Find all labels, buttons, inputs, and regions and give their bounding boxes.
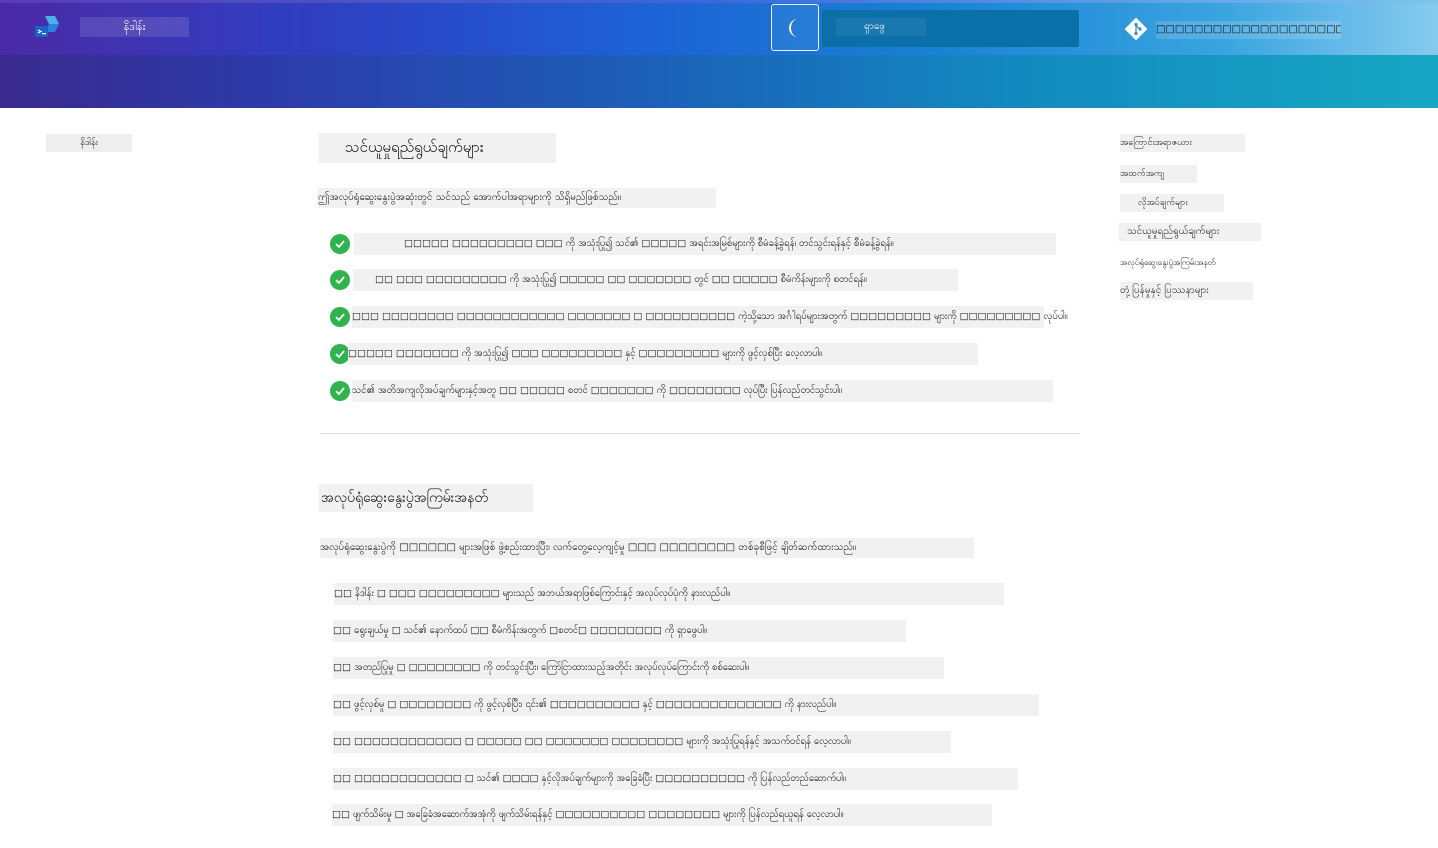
objective-text: □□□□□ □□□□□□□ ကို အသုံးပြု၍ □□□ □□□□□□□□… xyxy=(348,343,978,365)
objective-text: □□ □□□ □□□□□□□□□ ကို အသုံးပြု၍ □□□□□ □□ … xyxy=(353,269,958,291)
repo-link[interactable]: □□□□□□□□□□□□□□□□□□□□□□□□□□□□□ xyxy=(1156,21,1341,39)
section-divider xyxy=(320,433,1079,434)
theme-toggle-button[interactable] xyxy=(771,4,819,51)
check-circle-icon xyxy=(330,307,350,327)
logo-icon[interactable] xyxy=(33,14,61,40)
toc-item-learning-objectives[interactable]: သင်ယူမှုရည်ရွယ်ချက်များ xyxy=(1119,223,1261,241)
list-item: □□□ □□□□□□□□ □□□□□□□□□□□□ □□□□□□□ □ □□□□… xyxy=(330,306,1068,328)
git-icon[interactable] xyxy=(1124,17,1148,41)
workshop-outline-heading: အလုပ်ရုံဆွေးနွေးပွဲအကြမ်းအနတ် xyxy=(319,484,533,512)
search-placeholder: ရှာဖွေ xyxy=(836,18,926,36)
objective-text: သင်၏ အတိအကျလိုအပ်ချက်များနှင့်အတူ □□ □□□… xyxy=(352,380,1053,402)
list-item[interactable]: □□ ဖွင့်လှစ်မှု □ □□□□□□□□ ကို ဖွင့်လှစ်… xyxy=(333,694,1039,716)
moon-icon xyxy=(789,18,798,37)
list-item[interactable]: □□ အတည်ပြုမှု □ □□□□□□□□ ကို တင်သွင်းပြီ… xyxy=(333,657,944,679)
learning-intro-text: ဤအလုပ်ရုံဆွေးနွေးပွဲအဆုံးတွင် သင်သည် အော… xyxy=(318,188,716,208)
site-title[interactable]: နိဒါန်း xyxy=(80,17,189,37)
list-item[interactable]: □□ နိဒါန်း □ □□□ □□□□□□□□□ များသည် အဘယ်အ… xyxy=(334,583,1004,605)
objective-text: □□□ □□□□□□□□ □□□□□□□□□□□□ □□□□□□□ □ □□□□… xyxy=(352,306,1068,328)
check-circle-icon xyxy=(330,344,350,364)
list-item: သင်၏ အတိအကျလိုအပ်ချက်များနှင့်အတူ □□ □□□… xyxy=(330,380,1060,402)
list-item[interactable]: □□ ရွေးချယ်မှု □ သင်၏ နောက်ထပ် □□ စီမံကိ… xyxy=(333,620,906,642)
check-circle-icon xyxy=(330,234,350,254)
list-item: □□□□□ □□□□□□□ ကို အသုံးပြု၍ □□□ □□□□□□□□… xyxy=(330,343,980,365)
toc-item-prerequisites[interactable]: လိုအပ်ချက်များ xyxy=(1120,194,1224,212)
list-item: □□ □□□ □□□□□□□□□ ကို အသုံးပြု၍ □□□□□ □□ … xyxy=(330,269,970,291)
sidebar-item-home[interactable]: နိဒါန်း xyxy=(46,134,132,152)
search-input[interactable]: ရှာဖွေ xyxy=(822,10,1079,47)
list-item[interactable]: □□ ဖျက်သိမ်းမှု □ အခြေခံအဆောက်အအုံကို ဖျ… xyxy=(332,804,992,826)
toc-heading: အကြောင်းအရာဇယား xyxy=(1120,134,1245,152)
toc-item-workshop-outline[interactable]: အလုပ်ရုံဆွေးနွေးပွဲအကြမ်းအနတ် xyxy=(1120,254,1246,272)
list-item: □□□□□ □□□□□□□□□ □□□ ကို အသုံးပြု၍ သင်၏ □… xyxy=(330,233,1060,255)
list-item[interactable]: □□ □□□□□□□□□□□□ □ သင်၏ □□□□ နှင့်လိုအပ်ခ… xyxy=(333,768,1018,790)
toc-item-feedback[interactable]: တုံ့ပြန်မှုနှင့် ပြဿနာများ xyxy=(1120,282,1253,300)
list-item[interactable]: □□ □□□□□□□□□□□□ □ □□□□□ □□ □□□□□□□ □□□□□… xyxy=(333,731,951,753)
objective-text: □□□□□ □□□□□□□□□ □□□ ကို အသုံးပြု၍ သင်၏ □… xyxy=(354,233,1056,255)
check-circle-icon xyxy=(330,270,350,290)
check-circle-icon xyxy=(330,381,350,401)
toc-item-summary[interactable]: အထက်အကျ xyxy=(1120,165,1197,183)
learning-objectives-heading: သင်ယူမှုရည်ရွယ်ချက်များ xyxy=(319,133,556,163)
nav-workshop-link[interactable]: အလုပ်ရုံဆွေးနွေးပွဲ xyxy=(153,129,228,145)
top-header: နိဒါန်း ရှာဖွေ □□□□□□□□□□□□□□□□□□□□□□□□□… xyxy=(0,0,1438,55)
nav-bar: နိဒါန်း အလုပ်ရုံဆွေးနွေးပွဲ xyxy=(0,55,1438,145)
overview-intro-text: အလုပ်ရုံဆွေးနွေးပွဲကို □□□□□□ များအဖြစ် … xyxy=(320,538,974,558)
